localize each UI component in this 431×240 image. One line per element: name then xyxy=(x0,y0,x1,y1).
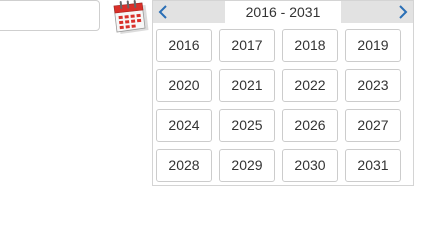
range-title[interactable]: 2016 - 2031 xyxy=(225,1,341,23)
date-picker-widget: 2016 - 2031 2016 2017 2018 2019 2020 202… xyxy=(0,0,431,203)
year-cell[interactable]: 2018 xyxy=(282,29,338,62)
calendar-icon xyxy=(113,0,149,34)
year-cell[interactable]: 2020 xyxy=(156,69,212,102)
picker-header: 2016 - 2031 xyxy=(153,1,413,23)
year-cell[interactable]: 2021 xyxy=(219,69,275,102)
prev-range-button[interactable] xyxy=(153,1,225,23)
year-grid: 2016 2017 2018 2019 2020 2021 2022 2023 … xyxy=(156,29,412,182)
next-range-button[interactable] xyxy=(341,1,413,23)
year-cell[interactable]: 2026 xyxy=(282,109,338,142)
year-cell[interactable]: 2029 xyxy=(219,149,275,182)
year-cell[interactable]: 2019 xyxy=(345,29,401,62)
year-cell[interactable]: 2028 xyxy=(156,149,212,182)
year-cell[interactable]: 2030 xyxy=(282,149,338,182)
chevron-right-icon xyxy=(399,5,408,19)
year-cell[interactable]: 2031 xyxy=(345,149,401,182)
year-picker-popup: 2016 - 2031 2016 2017 2018 2019 2020 202… xyxy=(152,0,414,186)
year-cell[interactable]: 2022 xyxy=(282,69,338,102)
year-cell[interactable]: 2017 xyxy=(219,29,275,62)
year-cell[interactable]: 2025 xyxy=(219,109,275,142)
year-cell[interactable]: 2016 xyxy=(156,29,212,62)
year-cell[interactable]: 2023 xyxy=(345,69,401,102)
year-cell[interactable]: 2024 xyxy=(156,109,212,142)
chevron-left-icon xyxy=(158,5,167,19)
calendar-button[interactable] xyxy=(108,0,150,36)
date-input[interactable] xyxy=(0,0,100,31)
year-cell[interactable]: 2027 xyxy=(345,109,401,142)
